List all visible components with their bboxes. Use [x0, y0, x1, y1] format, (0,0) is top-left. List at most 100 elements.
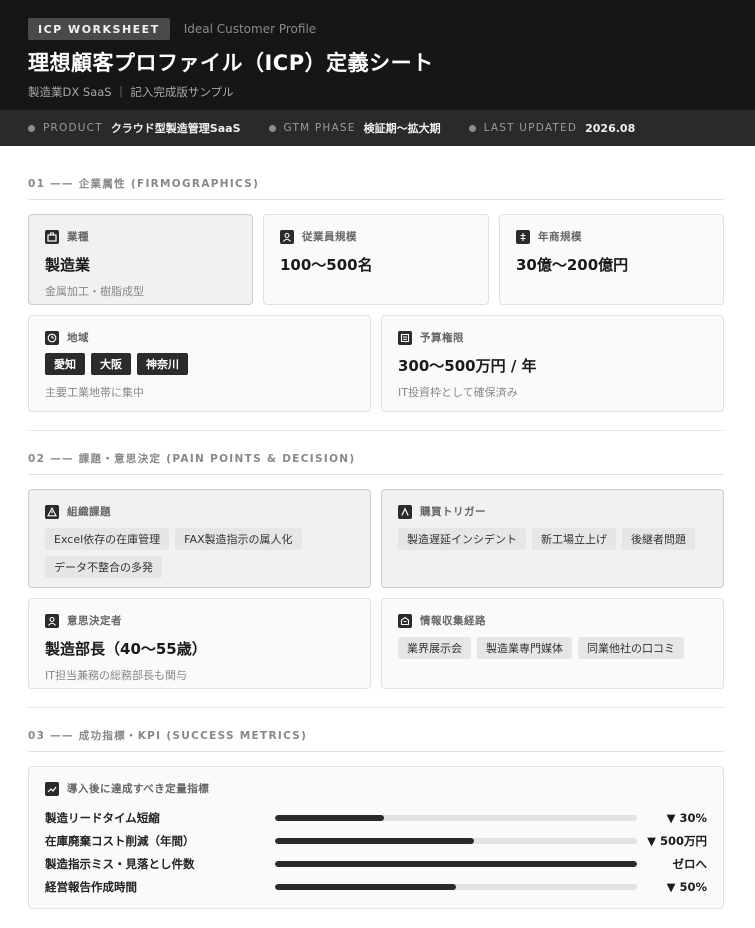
- kpi-name: 経営報告作成時間: [45, 879, 137, 894]
- meta-bar: PRODUCT クラウド型製造管理SaaS GTM PHASE 検証期〜拡大期 …: [0, 110, 755, 146]
- card-label: 従業員規模: [280, 229, 472, 244]
- card-value: 300〜500万円 / 年: [398, 357, 537, 375]
- region-tag: 神奈川: [137, 353, 188, 375]
- kpi-name: 在庫廃棄コスト削減（年間）: [45, 833, 195, 848]
- page-subtitle: 製造業DX SaaS ｜ 記入完成版サンプル: [28, 85, 234, 99]
- firmographics-row-2: 地域 愛知 大阪 神奈川 主要工業地帯に集中 予算権限 300〜500万円 / …: [28, 315, 724, 412]
- card-label-text: 購買トリガー: [420, 506, 486, 518]
- trigger-tag: 新工場立上げ: [532, 528, 616, 550]
- section-title-kpi: 03 —— 成功指標・KPI (SUCCESS METRICS): [28, 728, 724, 752]
- card-region: 地域 愛知 大阪 神奈川 主要工業地帯に集中: [28, 315, 371, 412]
- issue-tag: FAX製造指示の属人化: [175, 528, 302, 550]
- card-label: 年商規模: [516, 229, 707, 244]
- kpi-row: 製造指示ミス・見落とし件数 ゼロへ: [45, 852, 707, 875]
- section-title-pain-points: 02 —— 課題・意思決定 (PAIN POINTS & DECISION): [28, 451, 724, 475]
- meta-value: クラウド型製造管理SaaS: [110, 122, 241, 135]
- meta-label: GTM PHASE: [283, 122, 356, 134]
- meta-label: PRODUCT: [43, 122, 103, 134]
- kpi-value: ゼロへ: [672, 856, 708, 871]
- badge-row: ICP WORKSHEET Ideal Customer Profile: [28, 18, 727, 40]
- person-icon: [45, 613, 59, 628]
- kpi-name: 製造指示ミス・見落とし件数: [45, 856, 195, 871]
- region-tag: 愛知: [45, 353, 85, 375]
- card-label-text: 従業員規模: [302, 231, 357, 243]
- card-note: 主要工業地帯に集中: [45, 386, 144, 399]
- issue-tags: Excel依存の在庫管理 FAX製造指示の属人化 データ不整合の多発: [45, 528, 354, 578]
- briefcase-icon: [45, 229, 59, 244]
- kpi-value: ▼ 50%: [666, 879, 707, 894]
- card-revenue: 年商規模 30億〜200億円: [499, 214, 724, 305]
- card-decision-maker: 意思決定者 製造部長（40〜55歳） IT担当兼務の総務部長も関与: [28, 598, 371, 689]
- meta-last-updated: LAST UPDATED 2026.08: [468, 121, 636, 135]
- content: 01 —— 企業属性 (FIRMOGRAPHICS) 業種 製造業 金属加工・樹…: [0, 176, 755, 909]
- card-budget: 予算権限 300〜500万円 / 年 IT投資枠として確保済み: [381, 315, 724, 412]
- pain-row-1: 組織課題 Excel依存の在庫管理 FAX製造指示の属人化 データ不整合の多発 …: [28, 489, 724, 588]
- region-tag: 大阪: [91, 353, 131, 375]
- kpi-progress-track: [275, 837, 637, 844]
- meta-value: 検証期〜拡大期: [363, 122, 441, 135]
- pain-row-2: 意思決定者 製造部長（40〜55歳） IT担当兼務の総務部長も関与 情報収集経路…: [28, 598, 724, 689]
- issue-tag: Excel依存の在庫管理: [45, 528, 170, 550]
- section-title-firmographics: 01 —— 企業属性 (FIRMOGRAPHICS): [28, 176, 724, 200]
- card-value: 30億〜200億円: [516, 256, 629, 274]
- card-value: 製造部長（40〜55歳）: [45, 640, 207, 658]
- kpi-progress-fill: [275, 860, 637, 867]
- info-icon: [398, 613, 412, 628]
- trigger-icon: [398, 504, 412, 519]
- kpi-progress-fill: [275, 814, 384, 821]
- card-label: 意思決定者: [45, 613, 354, 628]
- kpi-row: 製造リードタイム短縮 ▼ 30%: [45, 806, 707, 829]
- card-label-text: 年商規模: [538, 231, 582, 243]
- trigger-tag: 後継者問題: [622, 528, 695, 550]
- card-label-text: 業種: [67, 231, 89, 243]
- header: ICP WORKSHEET Ideal Customer Profile 理想顧…: [0, 0, 755, 110]
- card-note: IT担当兼務の総務部長も関与: [45, 669, 187, 682]
- card-label-text: 組織課題: [67, 506, 111, 518]
- card-label: 組織課題: [45, 504, 354, 519]
- card-industry: 業種 製造業 金属加工・樹脂成型: [28, 214, 253, 305]
- section-divider: [28, 430, 724, 431]
- card-label: 購買トリガー: [398, 504, 707, 519]
- person-icon: [280, 229, 294, 244]
- channel-tag: 製造業専門媒体: [477, 637, 572, 659]
- kpi-progress-fill: [275, 837, 475, 844]
- kpi-progress-fill: [275, 883, 456, 890]
- channel-tag: 同業他社の口コミ: [578, 637, 684, 659]
- card-issues: 組織課題 Excel依存の在庫管理 FAX製造指示の属人化 データ不整合の多発: [28, 489, 371, 588]
- card-label-text: 地域: [67, 332, 89, 344]
- kpi-value: ▼ 500万円: [647, 833, 707, 848]
- meta-value: 2026.08: [585, 121, 636, 135]
- card-label: 業種: [45, 229, 236, 244]
- page-title: 理想顧客プロファイル（ICP）定義シート: [28, 51, 434, 75]
- card-label-text: 情報収集経路: [420, 615, 486, 627]
- card-triggers: 購買トリガー 製造遅延インシデント 新工場立上げ 後継者問題: [381, 489, 724, 588]
- worksheet-badge: ICP WORKSHEET: [28, 18, 170, 40]
- dot-icon: [28, 124, 35, 132]
- card-info-channels: 情報収集経路 業界展示会 製造業専門媒体 同業他社の口コミ: [381, 598, 724, 689]
- section-divider: [28, 707, 724, 708]
- trigger-tags: 製造遅延インシデント 新工場立上げ 後継者問題: [398, 528, 707, 550]
- kpi-progress-track: [275, 883, 637, 890]
- kpi-card: 導入後に達成すべき定量指標 製造リードタイム短縮 ▼ 30% 在庫廃棄コスト削減…: [28, 766, 724, 909]
- meta-product: PRODUCT クラウド型製造管理SaaS: [28, 120, 241, 136]
- card-label: 地域: [45, 330, 354, 345]
- warning-icon: [45, 504, 59, 519]
- dot-icon: [468, 124, 476, 132]
- clock-icon: [45, 330, 59, 345]
- card-note: IT投資枠として確保済み: [398, 386, 518, 399]
- region-tags: 愛知 大阪 神奈川: [45, 353, 354, 375]
- dot-icon: [268, 124, 276, 132]
- meta-gtm-phase: GTM PHASE 検証期〜拡大期: [268, 120, 441, 136]
- kpi-row: 経営報告作成時間 ▼ 50%: [45, 875, 707, 898]
- card-employees: 従業員規模 100〜500名: [263, 214, 489, 305]
- card-value: 100〜500名: [280, 256, 373, 274]
- kpi-value: ▼ 30%: [666, 810, 707, 825]
- trend-icon: [45, 781, 59, 796]
- channel-tag: 業界展示会: [398, 637, 471, 659]
- card-value: 製造業: [45, 256, 91, 274]
- card-label-text: 導入後に達成すべき定量指標: [67, 783, 210, 795]
- badge-subtitle: Ideal Customer Profile: [183, 22, 317, 36]
- card-label: 予算権限: [398, 330, 707, 345]
- calculator-icon: [398, 330, 412, 345]
- card-label: 情報収集経路: [398, 613, 707, 628]
